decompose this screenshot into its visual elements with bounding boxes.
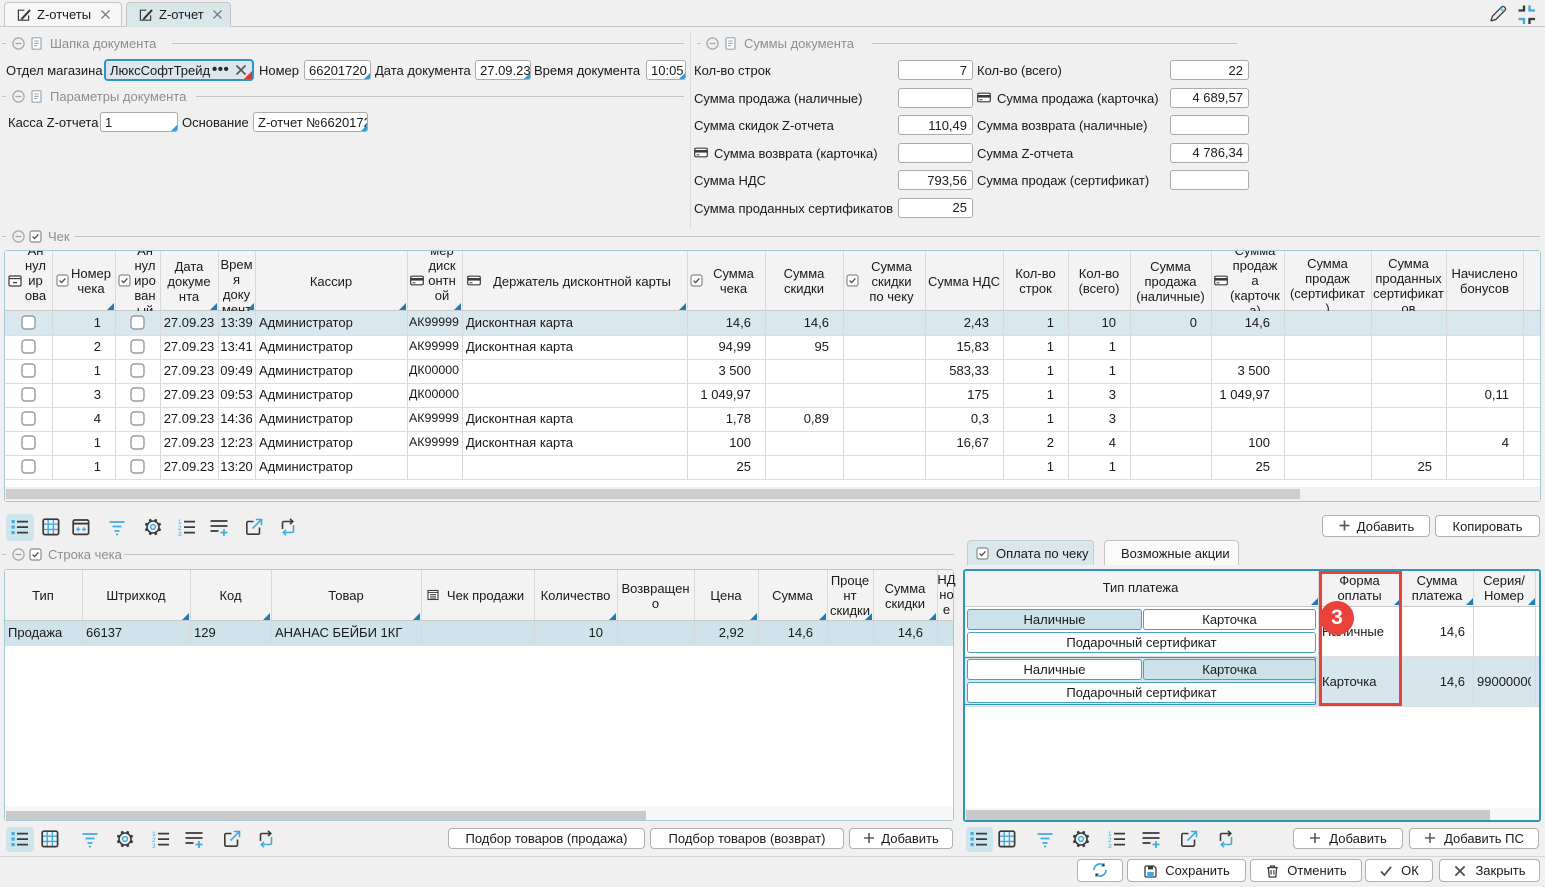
- svg-text:3: 3: [178, 531, 182, 537]
- svg-text:3: 3: [1108, 843, 1112, 849]
- svg-text:3: 3: [152, 843, 156, 849]
